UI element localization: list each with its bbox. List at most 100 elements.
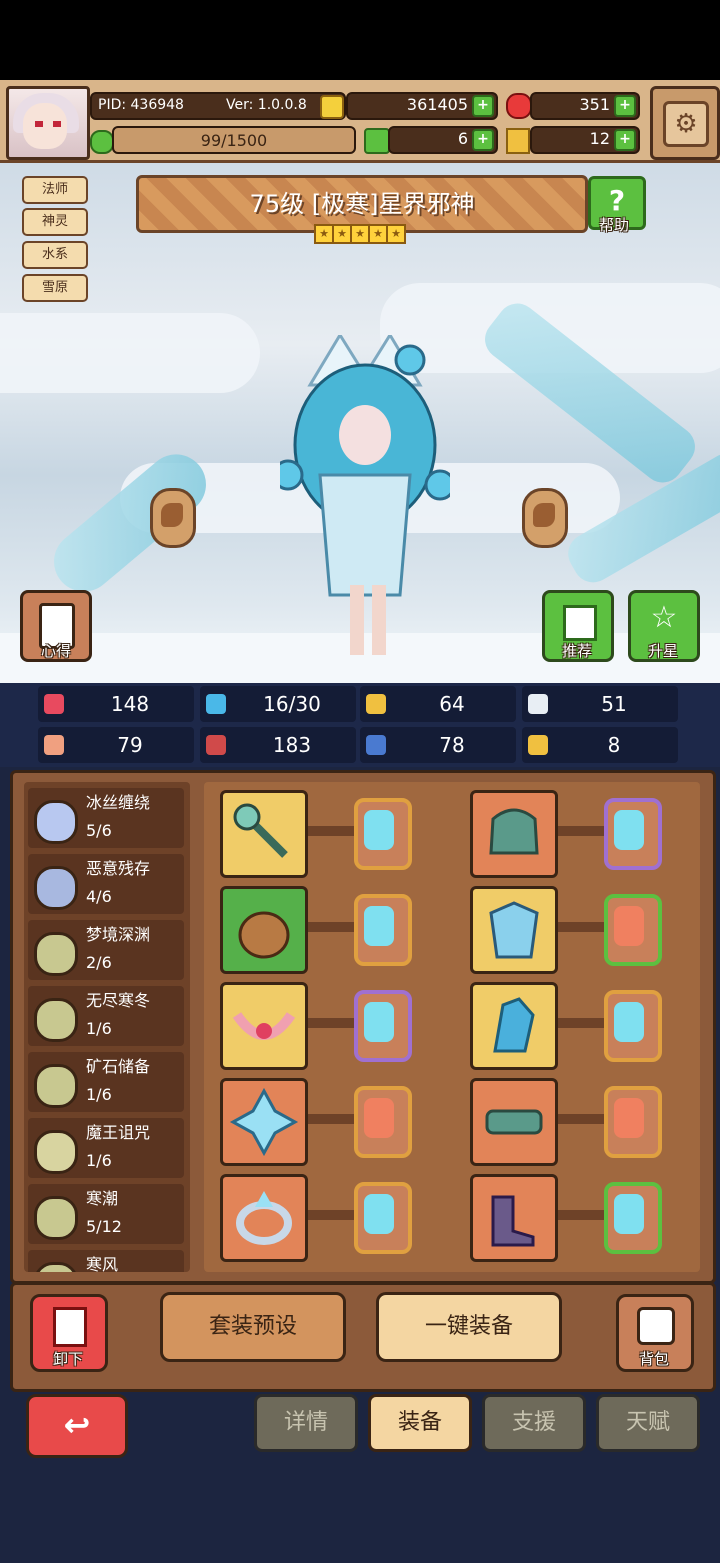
rune-slot[interactable]: [604, 798, 662, 870]
armor-slot[interactable]: [470, 886, 558, 974]
gear-icon: ⚙: [663, 101, 709, 147]
bag-icon: [637, 1307, 675, 1345]
gold-value: 361405: [406, 95, 468, 114]
set-bonus-item[interactable]: 无尽寒冬 1/6: [28, 986, 184, 1046]
pouch-slot[interactable]: [220, 886, 308, 974]
tab-talent[interactable]: 天赋: [596, 1394, 700, 1452]
set-bonus-item[interactable]: 恶意残存 4/6: [28, 854, 184, 914]
tag-class: 法师: [22, 176, 88, 204]
unequip-label: 卸下: [52, 1350, 83, 1368]
crystal-slot[interactable]: [220, 1078, 308, 1166]
set-bonus-item[interactable]: 寒潮 5/12: [28, 1184, 184, 1244]
star-outline-icon: ☆: [650, 600, 678, 635]
tab-equipment[interactable]: 装备: [368, 1394, 472, 1452]
rune-slot[interactable]: [604, 1182, 662, 1254]
rune-slot[interactable]: [604, 1086, 662, 1158]
rune-slot[interactable]: [604, 894, 662, 966]
set-name: 无尽寒冬: [86, 991, 151, 1010]
rune-gem-icon: [614, 1194, 644, 1234]
set-name: 矿石储备: [86, 1057, 151, 1076]
set-bonus-item[interactable]: 寒风: [28, 1250, 184, 1272]
set-bonus-item[interactable]: 冰丝缠绕 5/6: [28, 788, 184, 848]
weapon-slot[interactable]: [220, 790, 308, 878]
tag-region: 雪原: [22, 274, 88, 302]
settings-button[interactable]: ⚙: [650, 86, 720, 160]
rune-gem-icon: [364, 810, 394, 850]
set-bonus-item[interactable]: 梦境深渊 2/6: [28, 920, 184, 980]
star-icon: ★: [314, 224, 334, 244]
slot-connector: [558, 1018, 604, 1028]
status-bar-area: [0, 0, 720, 80]
set-bonus-item[interactable]: 魔王诅咒 1/6: [28, 1118, 184, 1178]
rune-slot[interactable]: [354, 894, 412, 966]
rune-slot[interactable]: [354, 1086, 412, 1158]
add-gem-button[interactable]: +: [614, 95, 636, 117]
rune-gem-icon: [614, 810, 644, 850]
necklace-slot[interactable]: [220, 982, 308, 1070]
slot-connector: [308, 922, 354, 932]
key-value: 12: [589, 129, 610, 148]
set-name: 寒风: [86, 1255, 119, 1272]
rune-gem-icon: [614, 1002, 644, 1042]
tab-details[interactable]: 详情: [254, 1394, 358, 1452]
cloud: [0, 313, 260, 393]
gloves-slot[interactable]: [470, 982, 558, 1070]
scroll-icon: [366, 735, 386, 755]
boots-slot[interactable]: [470, 1174, 558, 1262]
gem-value: 351: [579, 95, 610, 114]
set-name: 寒潮: [86, 1189, 119, 1208]
hero-title: 75级 [极寒]星界邪神: [249, 190, 475, 218]
player-avatar[interactable]: [6, 86, 90, 160]
prev-hero-button[interactable]: [150, 488, 196, 548]
rune-slot[interactable]: [354, 798, 412, 870]
set-count: 5/6: [86, 821, 112, 840]
set-icon: [34, 1262, 78, 1272]
key-icon: [506, 128, 530, 154]
set-count: 1/6: [86, 1085, 112, 1104]
stat-item: 8: [522, 727, 678, 763]
coin-icon: [320, 95, 344, 119]
rune-gem-icon: [614, 1098, 644, 1138]
belt-slot[interactable]: [470, 1078, 558, 1166]
horseshoe-icon: [528, 735, 548, 755]
stat-item: 78: [360, 727, 516, 763]
energy-icon: [90, 130, 114, 154]
book-icon: [206, 735, 226, 755]
back-button[interactable]: ↩: [26, 1394, 128, 1458]
set-icon: [34, 998, 78, 1042]
stat-value: 8: [607, 733, 621, 757]
set-preset-button[interactable]: 套装预设: [160, 1292, 346, 1362]
stat-value: 64: [439, 692, 465, 716]
wing-icon: [528, 694, 548, 714]
star-icon: ★: [368, 224, 388, 244]
add-clover-button[interactable]: +: [472, 129, 494, 151]
unequip-icon: [53, 1307, 87, 1347]
set-icon: [34, 800, 78, 844]
thumb-icon: [563, 605, 597, 641]
auto-equip-button[interactable]: 一键装备: [376, 1292, 562, 1362]
stat-item: 51: [522, 686, 678, 722]
add-gold-button[interactable]: +: [472, 95, 494, 117]
add-key-button[interactable]: +: [614, 129, 636, 151]
arrow-right-icon: [533, 503, 555, 527]
rune-slot[interactable]: [354, 990, 412, 1062]
rune-slot[interactable]: [604, 990, 662, 1062]
next-hero-button[interactable]: [522, 488, 568, 548]
slot-connector: [308, 826, 354, 836]
set-bonus-item[interactable]: 矿石储备 1/6: [28, 1052, 184, 1112]
rune-slot[interactable]: [354, 1182, 412, 1254]
fist-icon: [44, 735, 64, 755]
set-count: 1/6: [86, 1151, 112, 1170]
clover-icon: [364, 128, 390, 154]
heart-icon: [44, 694, 64, 714]
stat-item: 64: [360, 686, 516, 722]
tab-support[interactable]: 支援: [482, 1394, 586, 1452]
set-name: 魔王诅咒: [86, 1123, 151, 1142]
stat-value: 148: [110, 692, 150, 716]
set-bonus-list[interactable]: 冰丝缠绕 5/6 恶意残存 4/6 梦境深渊 2/6 无尽寒冬 1/6 矿石储备 1/6 魔王诅咒 1…: [24, 782, 190, 1272]
avatar-eye-right: [53, 121, 61, 127]
arrow-left-icon: [161, 503, 183, 527]
ring-slot[interactable]: [220, 1174, 308, 1262]
helmet-slot[interactable]: [470, 790, 558, 878]
slot-connector: [308, 1114, 354, 1124]
